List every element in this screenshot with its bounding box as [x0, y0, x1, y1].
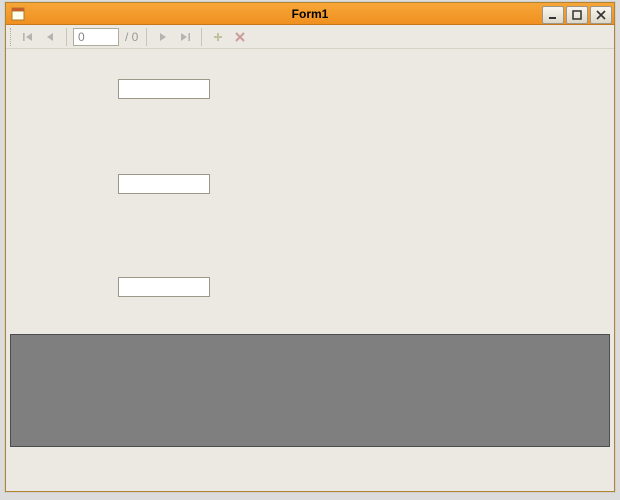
move-next-icon — [157, 31, 169, 43]
count-label: / 0 — [121, 30, 140, 44]
toolbar-separator — [146, 28, 147, 46]
window-title: Form1 — [6, 7, 614, 21]
add-new-button[interactable] — [208, 27, 228, 47]
window-controls — [542, 4, 614, 24]
move-last-button[interactable] — [175, 27, 195, 47]
move-last-icon — [179, 31, 191, 43]
maximize-button[interactable] — [566, 6, 588, 24]
client-area — [6, 49, 614, 491]
toolbar-grip — [10, 28, 14, 46]
position-input[interactable] — [73, 28, 119, 46]
minimize-button[interactable] — [542, 6, 564, 24]
move-first-button[interactable] — [18, 27, 38, 47]
toolbar-separator — [66, 28, 67, 46]
app-icon — [10, 6, 26, 22]
delete-button[interactable] — [230, 27, 250, 47]
move-first-icon — [22, 31, 34, 43]
move-previous-icon — [44, 31, 56, 43]
close-button[interactable] — [590, 6, 612, 24]
delete-icon — [234, 31, 246, 43]
binding-navigator: / 0 — [6, 25, 614, 49]
toolbar-separator — [201, 28, 202, 46]
datagridview[interactable] — [10, 334, 610, 447]
titlebar[interactable]: Form1 — [6, 3, 614, 25]
move-next-button[interactable] — [153, 27, 173, 47]
move-previous-button[interactable] — [40, 27, 60, 47]
plus-icon — [212, 31, 224, 43]
textbox-1[interactable] — [118, 79, 210, 99]
form-window: Form1 — [5, 2, 615, 492]
textbox-3[interactable] — [118, 277, 210, 297]
textbox-2[interactable] — [118, 174, 210, 194]
